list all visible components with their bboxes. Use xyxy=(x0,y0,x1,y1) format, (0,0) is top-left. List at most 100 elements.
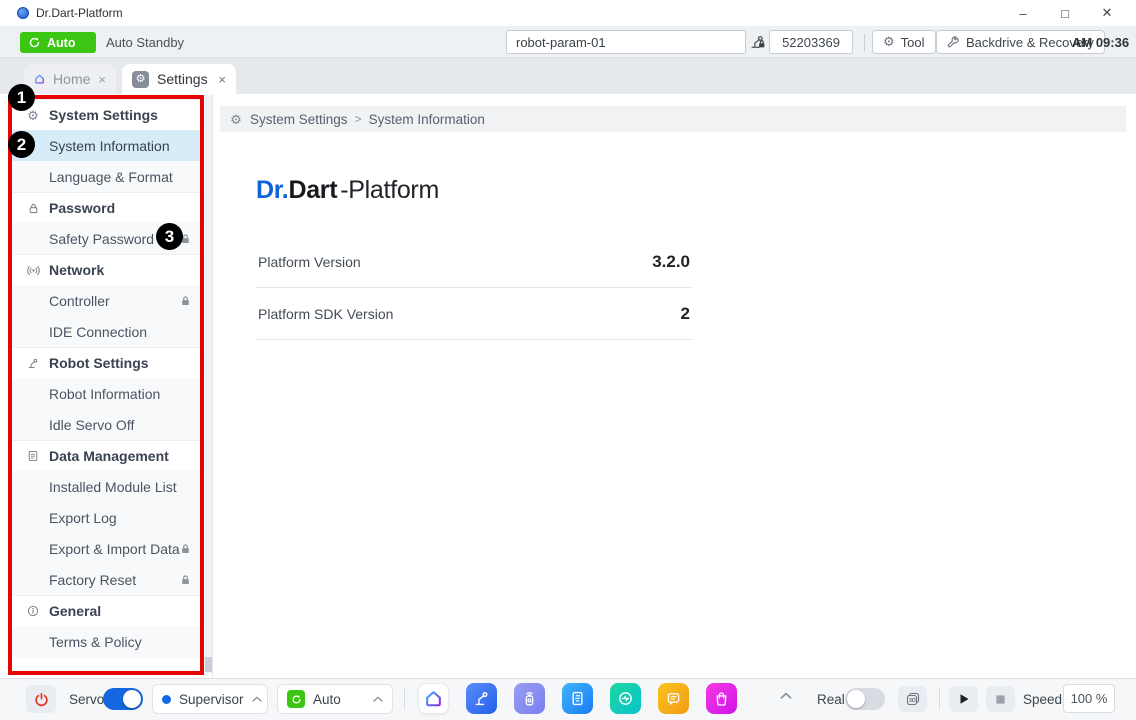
speed-label: Speed xyxy=(1023,679,1062,719)
dock-store-icon[interactable] xyxy=(706,683,737,714)
toolbar-divider xyxy=(864,34,865,51)
chevron-up-icon xyxy=(373,696,383,702)
3d-icon: 3D xyxy=(905,691,921,707)
sidebar-section-password: Password xyxy=(12,192,202,223)
tab-label: Home xyxy=(53,71,90,87)
sidebar-item-ide-connection[interactable]: IDE Connection xyxy=(12,316,202,347)
tab-bar: Home × ⚙ Settings × xyxy=(0,58,1136,94)
document-icon xyxy=(26,450,40,462)
gear-icon: ⚙ xyxy=(26,109,40,122)
top-toolbar: Auto Auto Standby 52203369 ⚙ Tool Backdr… xyxy=(0,26,1136,58)
sidebar-section-data-management: Data Management xyxy=(12,440,202,471)
sidebar-item-language-format[interactable]: Language & Format xyxy=(12,161,202,192)
power-icon xyxy=(34,692,49,707)
sidebar-item-factory-reset[interactable]: Factory Reset xyxy=(12,564,202,595)
viewer-3d-button[interactable]: 3D xyxy=(898,686,927,712)
mode-badge-label: Auto xyxy=(47,36,75,50)
settings-gear-icon: ⚙ xyxy=(132,71,149,88)
dock-monitoring-icon[interactable] xyxy=(610,683,641,714)
breadcrumb-current: System Information xyxy=(369,112,485,127)
home-icon xyxy=(34,71,45,87)
robot-arm-icon xyxy=(26,357,40,369)
servo-power-button[interactable] xyxy=(26,685,56,713)
main-area: ⚙ System Settings System Information Lan… xyxy=(0,94,1136,678)
sidebar-item-system-information[interactable]: System Information xyxy=(12,130,202,161)
sidebar-item-export-log[interactable]: Export Log xyxy=(12,502,202,533)
mode-dropdown[interactable]: Auto xyxy=(277,684,393,714)
close-tab-icon[interactable]: × xyxy=(218,72,226,87)
tool-button[interactable]: ⚙ Tool xyxy=(872,30,936,54)
toolbar-divider xyxy=(404,688,405,710)
platform-sdk-version-value: 2 xyxy=(681,304,690,324)
platform-sdk-version-row: Platform SDK Version 2 xyxy=(256,288,692,340)
drdart-platform-logo: Dr.Dart-Platform xyxy=(256,176,439,205)
chevron-up-icon xyxy=(252,696,262,702)
wrench-icon xyxy=(947,36,960,49)
version-info-list: Platform Version 3.2.0 Platform SDK Vers… xyxy=(256,236,692,340)
servo-label: Servo xyxy=(69,679,104,719)
stop-button[interactable] xyxy=(986,686,1015,712)
sidebar-scrollbar-thumb[interactable] xyxy=(205,657,212,672)
dock-robot-arm-icon[interactable] xyxy=(466,683,497,714)
tab-settings[interactable]: ⚙ Settings × xyxy=(122,64,236,94)
robot-serial-field[interactable]: 52203369 xyxy=(769,30,853,54)
clock-text: AM 09:36 xyxy=(1072,26,1129,58)
dock-home-icon[interactable] xyxy=(418,683,449,714)
close-tab-icon[interactable]: × xyxy=(98,72,106,87)
platform-version-row: Platform Version 3.2.0 xyxy=(256,236,692,288)
sidebar-section-network: Network xyxy=(12,254,202,285)
robot-status-text: Auto Standby xyxy=(106,26,184,58)
lock-icon xyxy=(180,574,191,585)
toolbar-divider xyxy=(939,688,940,710)
mode-status-badge: Auto xyxy=(20,32,96,53)
settings-sidebar: ⚙ System Settings System Information Lan… xyxy=(12,99,202,657)
dock-jog-pendant-icon[interactable] xyxy=(514,683,545,714)
sidebar-item-robot-information[interactable]: Robot Information xyxy=(12,378,202,409)
annotation-badge-2: 2 xyxy=(8,131,35,158)
robot-lock-icon xyxy=(749,33,766,50)
speed-value-field[interactable]: 100 % xyxy=(1063,684,1115,713)
close-button[interactable]: ✕ xyxy=(1086,0,1128,26)
lock-icon xyxy=(180,543,191,554)
gear-icon: ⚙ xyxy=(229,113,243,126)
servo-toggle[interactable] xyxy=(103,688,143,710)
annotation-badge-3: 3 xyxy=(156,223,183,250)
sidebar-item-idle-servo-off[interactable]: Idle Servo Off xyxy=(12,409,202,440)
info-icon xyxy=(26,605,40,617)
dock-collapse-chevron-icon[interactable] xyxy=(780,692,792,699)
platform-version-value: 3.2.0 xyxy=(652,252,690,272)
play-button[interactable] xyxy=(949,686,978,712)
tab-home[interactable]: Home × xyxy=(24,64,116,94)
play-icon xyxy=(958,693,970,705)
role-dropdown[interactable]: Supervisor xyxy=(152,684,268,714)
breadcrumb: ⚙ System Settings > System Information xyxy=(220,106,1126,132)
lock-icon xyxy=(26,203,40,214)
sidebar-item-export-import-data[interactable]: Export & Import Data xyxy=(12,533,202,564)
sidebar-section-system-settings: ⚙ System Settings xyxy=(12,99,202,130)
sidebar-content-divider xyxy=(212,94,213,678)
sidebar-item-terms-policy[interactable]: Terms & Policy xyxy=(12,626,202,657)
robot-param-input[interactable] xyxy=(506,30,746,54)
minimize-button[interactable]: – xyxy=(1002,0,1044,26)
role-status-dot xyxy=(162,695,171,704)
sidebar-scrollbar-track[interactable] xyxy=(205,95,212,673)
real-mode-toggle[interactable] xyxy=(845,688,885,710)
gear-icon: ⚙ xyxy=(883,34,895,50)
stop-icon xyxy=(995,694,1006,705)
sidebar-item-controller[interactable]: Controller xyxy=(12,285,202,316)
sidebar-item-installed-module-list[interactable]: Installed Module List xyxy=(12,471,202,502)
window-title: Dr.Dart-Platform xyxy=(36,6,123,20)
breadcrumb-separator: > xyxy=(355,112,362,126)
tab-label: Settings xyxy=(157,71,208,87)
sidebar-section-robot-settings: Robot Settings xyxy=(12,347,202,378)
bottom-toolbar: Servo Supervisor Auto xyxy=(0,678,1136,720)
dock-task-writer-icon[interactable] xyxy=(562,683,593,714)
window-controls: – □ ✕ xyxy=(1002,0,1128,26)
dock-message-icon[interactable] xyxy=(658,683,689,714)
breadcrumb-root[interactable]: System Settings xyxy=(250,112,348,127)
title-bar: Dr.Dart-Platform – □ ✕ xyxy=(0,0,1136,26)
maximize-button[interactable]: □ xyxy=(1044,0,1086,26)
auto-mode-icon xyxy=(287,690,305,708)
svg-text:3D: 3D xyxy=(908,698,915,704)
annotation-badge-1: 1 xyxy=(8,84,35,111)
